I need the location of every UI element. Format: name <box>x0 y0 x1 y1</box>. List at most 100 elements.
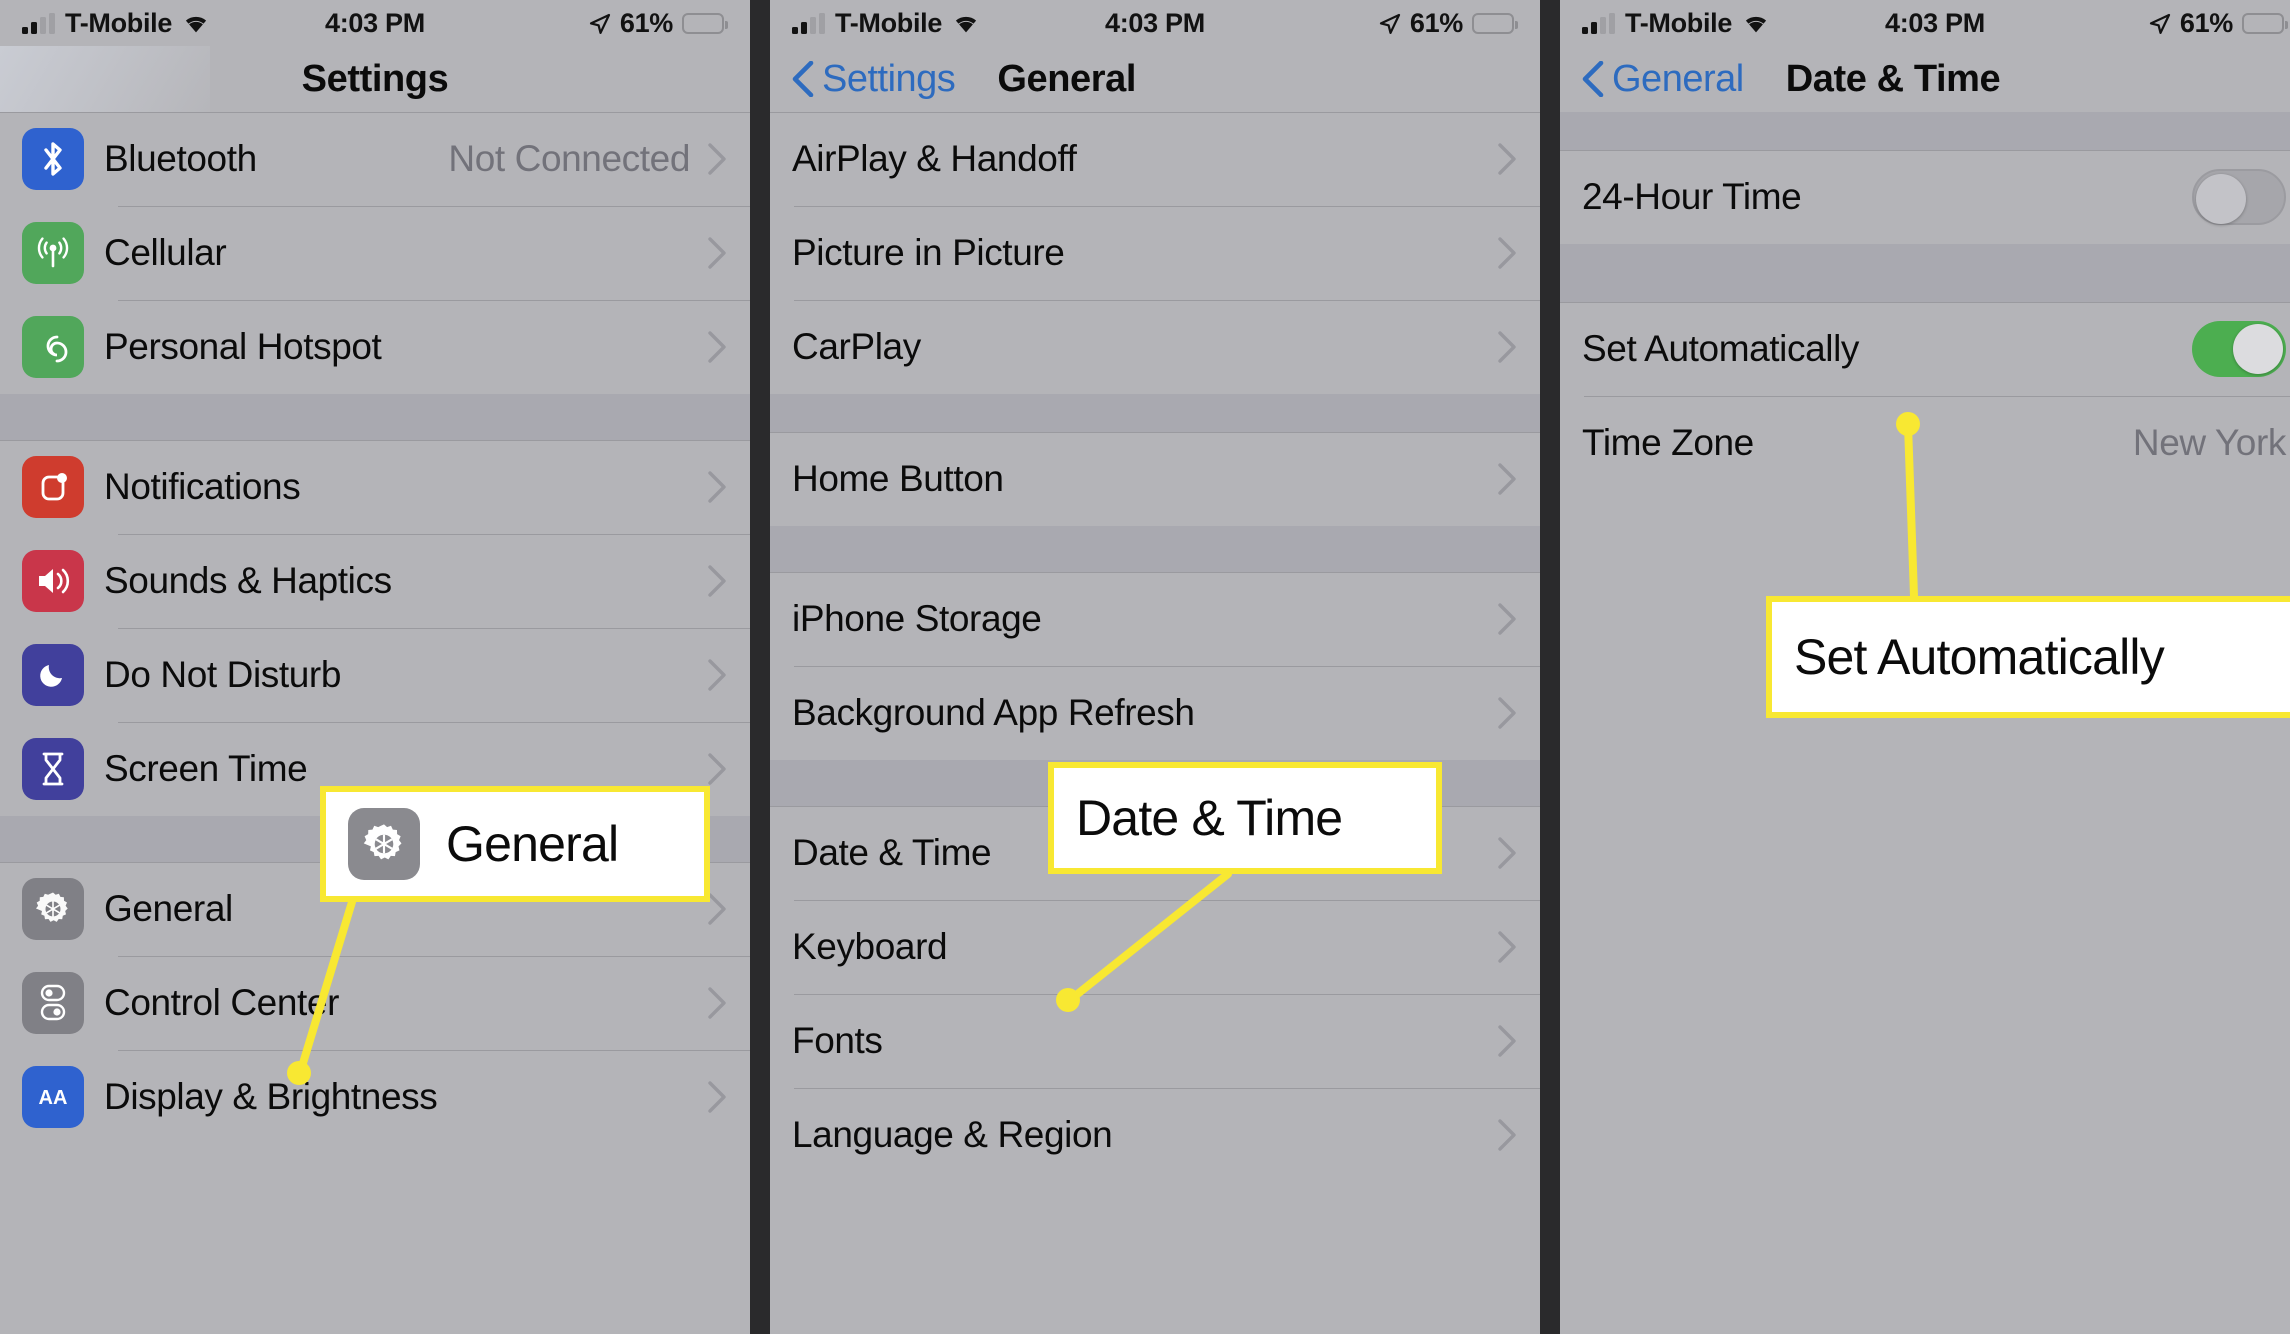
battery-percent-label: 61% <box>619 7 673 38</box>
settings-group-system: General Control Center AA Display & Brig… <box>0 862 750 1144</box>
display-brightness-icon: AA <box>22 1066 84 1128</box>
settings-group-alerts: Notifications Sounds & Haptics Do Not Di… <box>0 440 750 816</box>
status-bar-right: 61% <box>588 7 728 39</box>
wifi-icon <box>955 16 977 32</box>
sidebar-item-sounds-haptics[interactable]: Sounds & Haptics <box>0 534 750 628</box>
row-label: Bluetooth <box>104 138 257 179</box>
row-label: Screen Time <box>104 748 308 789</box>
chevron-right-icon <box>708 565 726 597</box>
svg-text:AA: AA <box>39 1087 68 1109</box>
chevron-right-icon <box>708 331 726 363</box>
row-label: Cellular <box>104 232 227 273</box>
row-label: CarPlay <box>792 326 921 367</box>
row-label: Set Automatically <box>1582 328 1860 369</box>
callout-date-time[interactable]: Date & Time <box>1048 762 1442 874</box>
sidebar-item-iphone-storage[interactable]: iPhone Storage <box>770 572 1540 666</box>
chevron-right-icon <box>1498 697 1516 729</box>
back-button-general[interactable]: General <box>1582 58 1744 101</box>
location-arrow-icon <box>1379 13 1400 34</box>
toggle-set-automatically[interactable] <box>2192 321 2286 377</box>
sidebar-item-do-not-disturb[interactable]: Do Not Disturb <box>0 628 750 722</box>
sidebar-item-language-region[interactable]: Language & Region <box>770 1088 1540 1182</box>
wifi-icon <box>185 16 207 32</box>
sidebar-item-carplay[interactable]: CarPlay <box>770 300 1540 394</box>
gear-icon <box>348 808 420 880</box>
battery-percent-label: 61% <box>2179 7 2233 38</box>
page-title: General <box>997 57 1137 100</box>
carrier-label: T-Mobile <box>835 7 943 38</box>
sidebar-item-bluetooth[interactable]: Bluetooth Not Connected <box>0 112 750 206</box>
row-label: Home Button <box>792 458 1004 499</box>
phone-panel-settings: T-Mobile 4:03 PM 61% Settings Bluetooth … <box>0 0 750 1334</box>
date-time-list: 24-Hour Time Set Automatically Time Zone… <box>1560 112 2290 490</box>
chevron-right-icon <box>708 471 726 503</box>
wifi-icon <box>1745 16 1767 32</box>
back-button-settings[interactable]: Settings <box>792 57 956 101</box>
chevron-right-icon <box>1498 603 1516 635</box>
chevron-right-icon <box>708 237 726 269</box>
general-group-home-button: Home Button <box>770 432 1540 526</box>
row-label: iPhone Storage <box>792 598 1042 639</box>
location-arrow-icon <box>589 13 610 34</box>
control-center-icon <box>22 972 84 1034</box>
status-bar: T-Mobile 4:03 PM 61% <box>770 0 1540 46</box>
sidebar-item-picture-in-picture[interactable]: Picture in Picture <box>770 206 1540 300</box>
battery-percent-label: 61% <box>1409 7 1463 38</box>
setting-row-24-hour-time[interactable]: 24-Hour Time <box>1560 150 2290 244</box>
general-group-storage: iPhone Storage Background App Refresh <box>770 572 1540 760</box>
callout-general[interactable]: General <box>320 786 710 902</box>
row-label: Keyboard <box>792 926 948 967</box>
sidebar-item-personal-hotspot[interactable]: Personal Hotspot <box>0 300 750 394</box>
row-label: Control Center <box>104 982 340 1023</box>
chevron-right-icon <box>708 143 726 175</box>
chevron-right-icon <box>1498 1119 1516 1151</box>
do-not-disturb-icon <box>22 644 84 706</box>
row-label: Sounds & Haptics <box>104 560 392 601</box>
nav-bar-settings: Settings <box>0 46 750 112</box>
row-label: Background App Refresh <box>792 692 1195 733</box>
row-label: Fonts <box>792 1020 883 1061</box>
callout-set-automatically[interactable]: Set Automatically <box>1766 596 2290 718</box>
status-bar-left: T-Mobile <box>22 8 210 39</box>
status-bar-right: 61% <box>1378 7 1518 39</box>
screenshot-root: T-Mobile 4:03 PM 61% Settings Bluetooth … <box>0 0 2290 1334</box>
sidebar-item-airplay-handoff[interactable]: AirPlay & Handoff <box>770 112 1540 206</box>
chevron-right-icon <box>708 659 726 691</box>
sidebar-item-keyboard[interactable]: Keyboard <box>770 900 1540 994</box>
page-title: Settings <box>301 57 449 100</box>
toggle-24-hour-time[interactable] <box>2192 169 2286 225</box>
status-bar-left: T-Mobile <box>792 8 980 39</box>
bluetooth-icon <box>22 128 84 190</box>
status-bar-right: 61% <box>2148 7 2288 39</box>
row-label: Time Zone <box>1582 422 1754 463</box>
callout-label: Set Automatically <box>1794 629 2165 685</box>
location-arrow-icon <box>2149 13 2170 34</box>
setting-row-set-automatically[interactable]: Set Automatically <box>1560 302 2290 396</box>
back-button-label: Settings <box>822 57 956 100</box>
status-bar-left: T-Mobile <box>1582 8 1770 39</box>
gear-icon <box>22 878 84 940</box>
sidebar-item-notifications[interactable]: Notifications <box>0 440 750 534</box>
panel-divider <box>750 0 760 1334</box>
sidebar-item-fonts[interactable]: Fonts <box>770 994 1540 1088</box>
sidebar-item-cellular[interactable]: Cellular <box>0 206 750 300</box>
sidebar-item-display-brightness[interactable]: AA Display & Brightness <box>0 1050 750 1144</box>
sidebar-item-home-button[interactable]: Home Button <box>770 432 1540 526</box>
setting-row-time-zone[interactable]: Time Zone New York <box>1560 396 2290 490</box>
notifications-icon <box>22 456 84 518</box>
signal-bars-icon <box>22 12 55 34</box>
chevron-right-icon <box>1498 1025 1516 1057</box>
signal-bars-icon <box>792 12 825 34</box>
group-separator <box>770 394 1540 432</box>
time-zone-value: New York <box>2132 422 2287 463</box>
back-button-label: General <box>1612 57 1744 100</box>
battery-icon <box>2242 12 2288 34</box>
battery-icon <box>682 12 728 34</box>
group-separator <box>770 526 1540 572</box>
sidebar-item-control-center[interactable]: Control Center <box>0 956 750 1050</box>
signal-bars-icon <box>1582 12 1615 34</box>
sidebar-item-background-app-refresh[interactable]: Background App Refresh <box>770 666 1540 760</box>
chevron-right-icon <box>708 1081 726 1113</box>
personal-hotspot-icon <box>22 316 84 378</box>
general-list: AirPlay & Handoff Picture in Picture Car… <box>770 112 1540 1182</box>
